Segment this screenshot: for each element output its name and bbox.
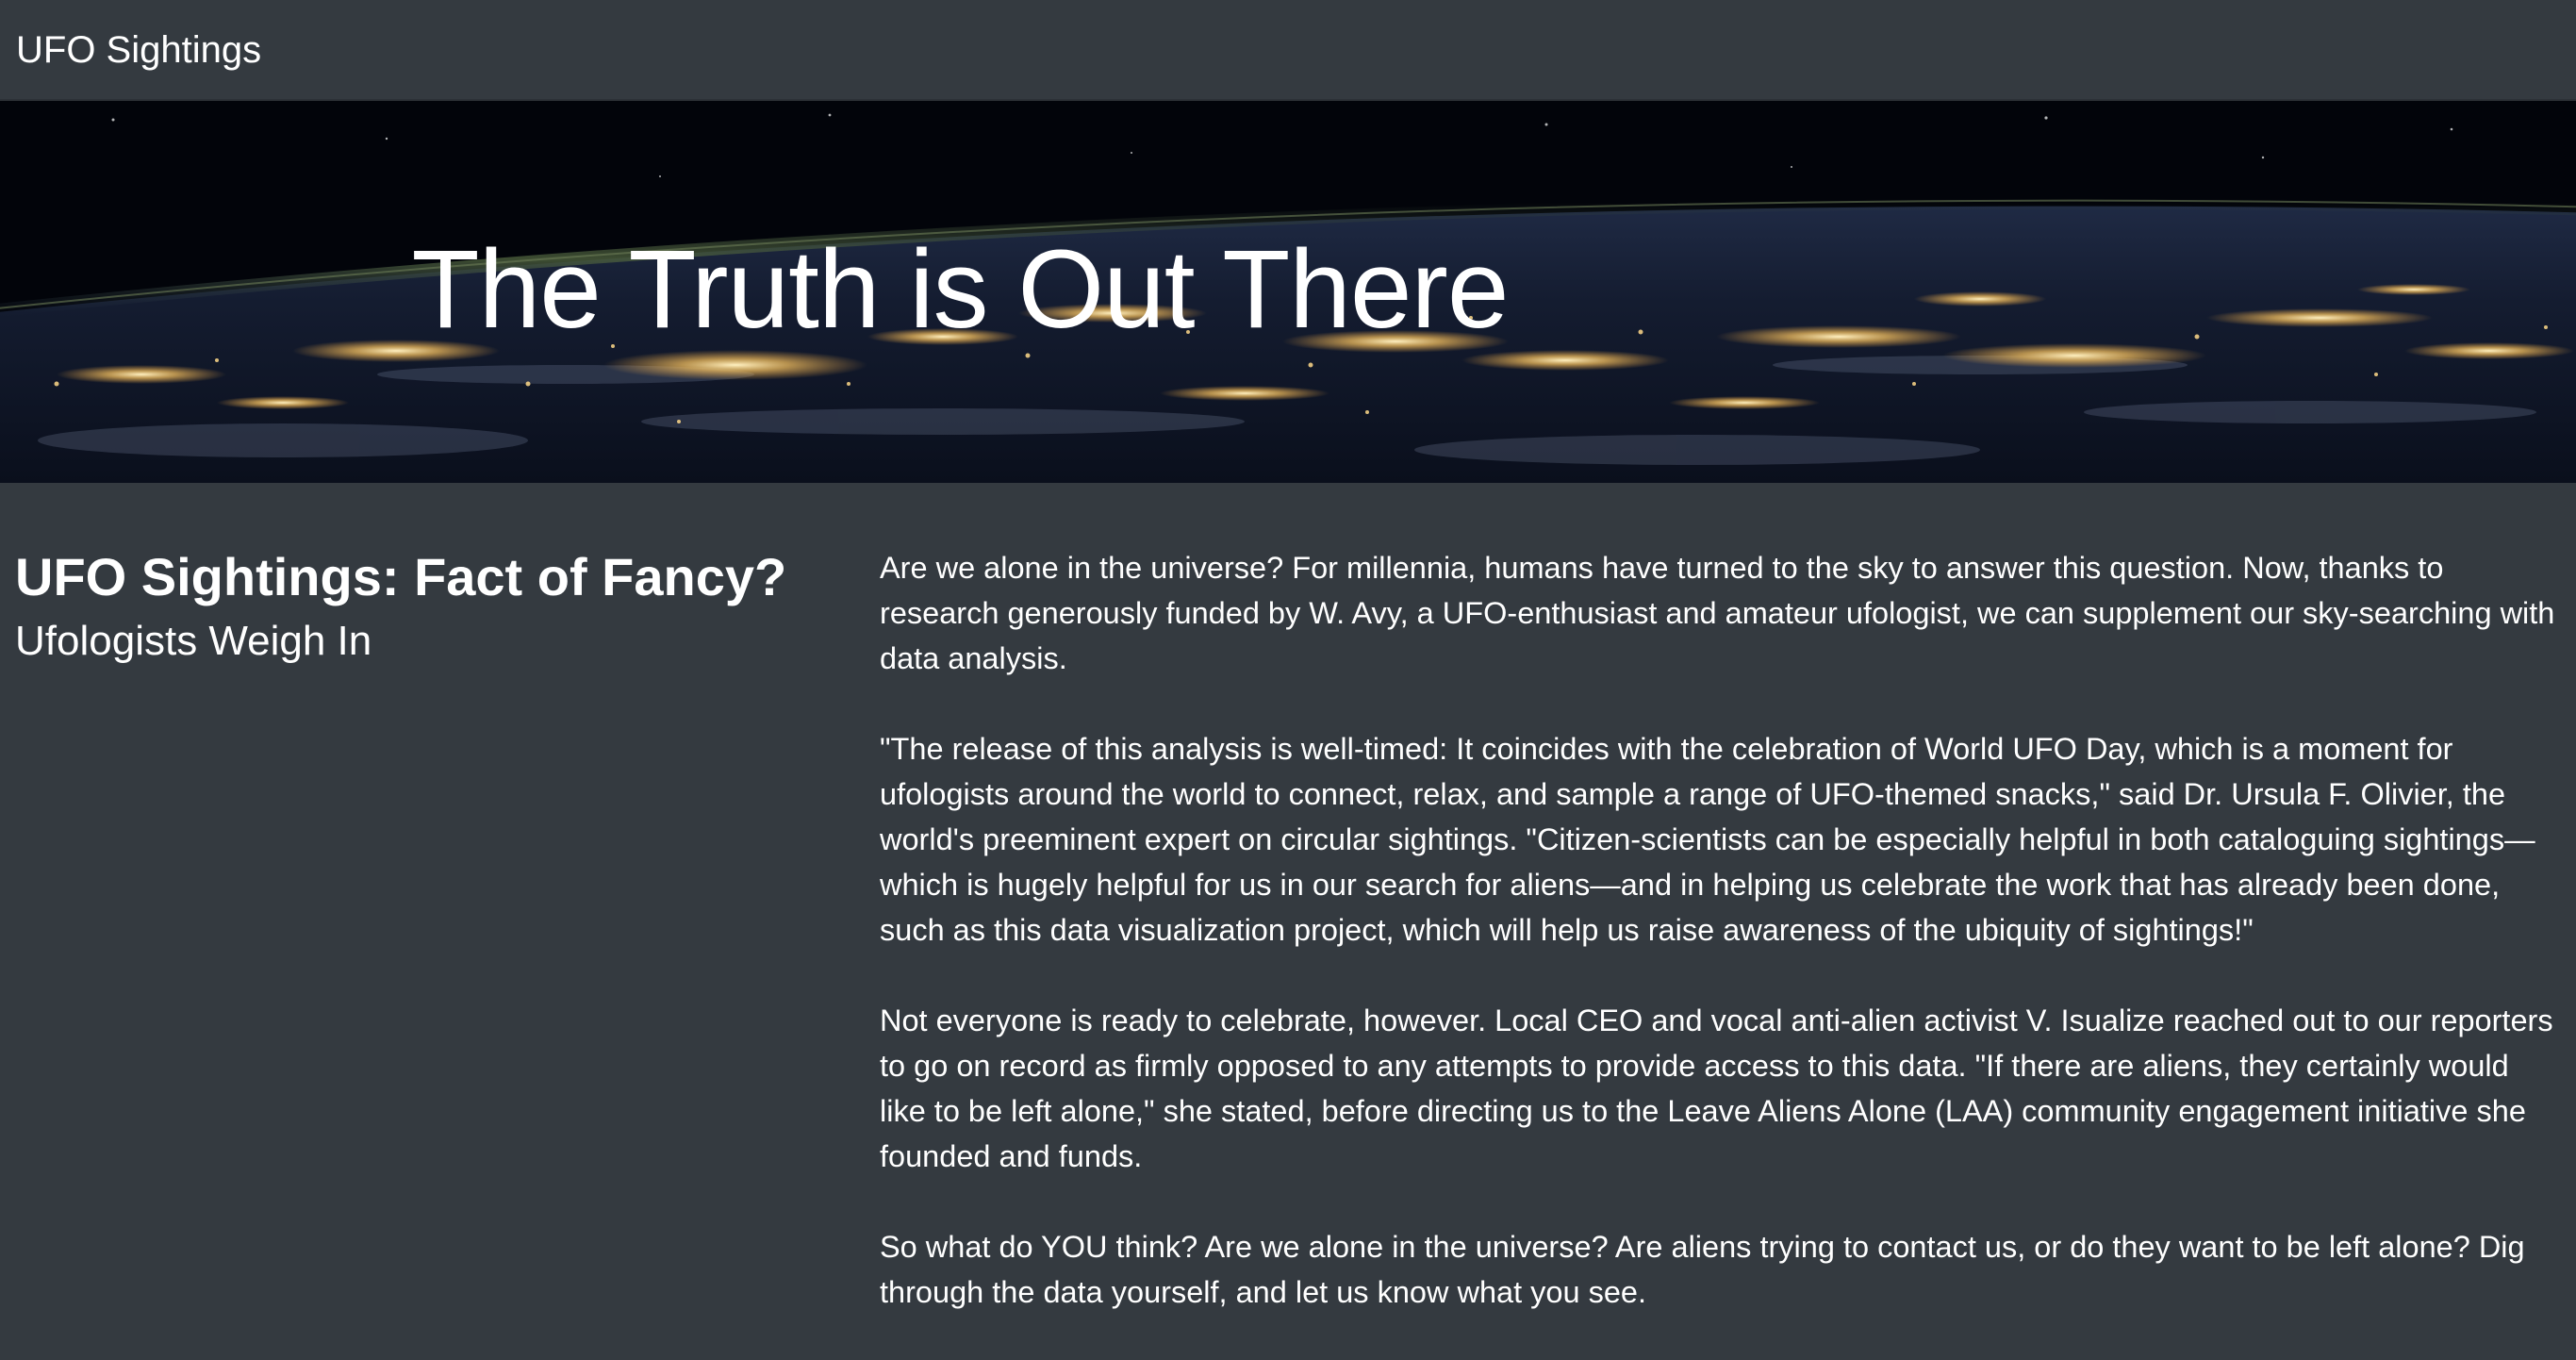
article-subheadline: Ufologists Weigh In [15, 618, 372, 664]
article-body: Are we alone in the universe? For millen… [880, 545, 2558, 1360]
article-paragraph-1: Are we alone in the universe? For millen… [880, 551, 2555, 675]
article-paragraph-4: So what do YOU think? Are we alone in th… [880, 1230, 2525, 1309]
navbar: UFO Sightings [0, 0, 2576, 101]
hero-banner: The Truth is Out There [0, 101, 2576, 483]
article-heading-block: UFO Sightings: Fact of Fancy? Ufologists… [15, 542, 845, 671]
article-headline: UFO Sightings: Fact of Fancy? [15, 547, 787, 606]
article-paragraph-3: Not everyone is ready to celebrate, howe… [880, 1003, 2553, 1173]
hero-title: The Truth is Out There [411, 227, 1510, 352]
navbar-brand-link[interactable]: UFO Sightings [16, 26, 261, 74]
article-paragraph-2: "The release of this analysis is well-ti… [880, 732, 2535, 947]
